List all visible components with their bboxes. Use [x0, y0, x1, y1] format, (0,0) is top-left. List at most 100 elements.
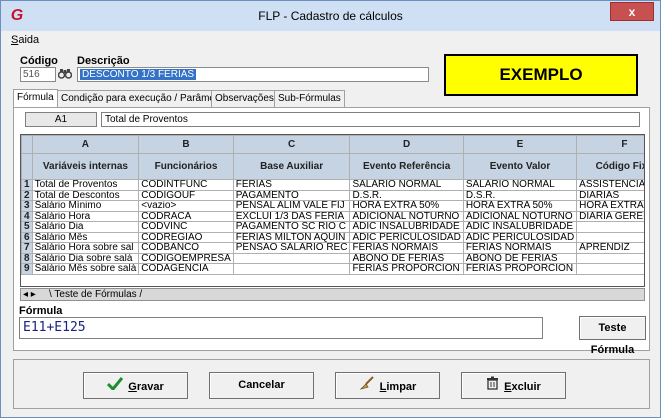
- grid-cell[interactable]: CODIGOUF: [138, 189, 234, 201]
- grid-cell[interactable]: Salário Mês sobre salá: [31, 263, 140, 275]
- grid-cell[interactable]: D.S.R.: [349, 189, 464, 201]
- grid-cell[interactable]: CODVINC: [138, 221, 234, 233]
- descricao-label: Descrição: [77, 55, 130, 67]
- grid-cell[interactable]: Total de Proventos: [31, 179, 140, 191]
- grid-cell[interactable]: PAGAMENTO: [232, 189, 351, 201]
- grid-cell[interactable]: CODREGIAO: [138, 231, 234, 243]
- grid-cell[interactable]: Salário Dia sobre salá: [31, 252, 140, 264]
- title-bar: G FLP - Cadastro de cálculos x: [1, 1, 660, 31]
- cell-reference: A1: [25, 112, 97, 127]
- col-letter[interactable]: A: [31, 135, 140, 154]
- sheet-nav-arrows[interactable]: ◂ ▸: [23, 289, 45, 300]
- codigo-field[interactable]: 516: [20, 67, 56, 82]
- row-number[interactable]: 4: [21, 210, 33, 222]
- formula-input[interactable]: E11+E125: [19, 317, 543, 339]
- grid-cell[interactable]: Salário Mês: [31, 231, 140, 243]
- col-title: Funcionários: [138, 153, 234, 180]
- row-number[interactable]: 1: [21, 179, 33, 191]
- grid-cell[interactable]: [576, 252, 644, 264]
- limpar-button[interactable]: Limpar: [335, 372, 440, 399]
- row-number[interactable]: 7: [21, 242, 33, 254]
- grid-cell[interactable]: HORA EXTRA 50%: [349, 200, 464, 212]
- grid-cell[interactable]: FERIAS MILTON AQUIN: [232, 231, 351, 243]
- grid-cell[interactable]: ADIC PERICULOSIDAD: [349, 231, 464, 243]
- col-letter[interactable]: F: [576, 135, 644, 154]
- col-letter[interactable]: B: [138, 135, 234, 154]
- grid-cell[interactable]: [576, 263, 644, 275]
- grid-cell[interactable]: HORA EXTRA 50%: [462, 200, 578, 212]
- menu-bar: Saida: [1, 31, 660, 49]
- grid-cell[interactable]: SALARIO NORMAL: [462, 179, 578, 191]
- cancelar-button[interactable]: Cancelar: [209, 372, 314, 399]
- grid-cell[interactable]: ABONO DE FERIAS: [349, 252, 464, 264]
- sheet-tab-teste[interactable]: \ Teste de Fórmulas /: [49, 289, 142, 300]
- grid-corner: [21, 135, 33, 154]
- grid-cell[interactable]: FERIAS NORMAIS: [462, 242, 578, 254]
- grid-cell[interactable]: PENSAO SALARIO REC: [232, 242, 351, 254]
- trash-icon: [486, 373, 499, 398]
- grid-cell[interactable]: <vazio>: [138, 200, 234, 212]
- grid-cell[interactable]: CODAGENCIA: [138, 263, 234, 275]
- row-number[interactable]: 9: [21, 263, 33, 275]
- grid-cell[interactable]: EXCLUI 1/3 DAS FERIA: [232, 210, 351, 222]
- cell-value-field[interactable]: Total de Proventos: [101, 112, 640, 127]
- grid-cell[interactable]: [232, 252, 351, 264]
- col-letter[interactable]: D: [349, 135, 464, 154]
- grid-cell[interactable]: PAGAMENTO SC RIO C: [232, 221, 351, 233]
- grid-cell[interactable]: CODIGOEMPRESA: [138, 252, 234, 264]
- teste-formula-button[interactable]: Teste Fórmula: [579, 316, 646, 356]
- col-letter[interactable]: E: [462, 135, 578, 154]
- tab-observacoes[interactable]: Observações: [211, 90, 278, 108]
- binoculars-icon[interactable]: [57, 67, 73, 81]
- spreadsheet-grid[interactable]: A B C D E F Variáveis internas Funcionár…: [20, 134, 645, 287]
- grid-cell[interactable]: Salário Dia: [31, 221, 140, 233]
- col-title: Base Auxiliar: [232, 153, 351, 180]
- grid-cell[interactable]: Salário Hora sobre sal: [31, 242, 140, 254]
- grid-cell[interactable]: ADIC PERICULOSIDAD: [462, 231, 578, 243]
- descricao-value: DESCONTO 1/3 FERIAS: [80, 69, 197, 80]
- grid-cell[interactable]: Salário Hora: [31, 210, 140, 222]
- example-banner: EXEMPLO: [444, 54, 638, 96]
- grid-cell[interactable]: FERIAS PROPORCION: [462, 263, 578, 275]
- grid-cell[interactable]: DIARIA GERENCIA: [576, 210, 644, 222]
- grid-cell[interactable]: [232, 263, 351, 275]
- grid-cell[interactable]: ABONO DE FERIAS: [462, 252, 578, 264]
- grid-cell[interactable]: FERIAS: [232, 179, 351, 191]
- gravar-button[interactable]: Gravar: [83, 372, 188, 399]
- grid-cell[interactable]: CODINTFUNC: [138, 179, 234, 191]
- menu-saida[interactable]: Saida: [11, 34, 39, 46]
- grid-cell[interactable]: D.S.R.: [462, 189, 578, 201]
- grid-cell[interactable]: HORA EXTRA: [576, 200, 644, 212]
- tab-formula[interactable]: Fórmula: [13, 89, 58, 109]
- tab-condicao[interactable]: Condição para execução / Parâmetros: [57, 90, 236, 108]
- row-number[interactable]: 5: [21, 221, 33, 233]
- grid-cell[interactable]: Total de Descontos: [31, 189, 140, 201]
- grid-cell[interactable]: SALARIO NORMAL: [349, 179, 464, 191]
- grid-cell[interactable]: DIARIAS: [576, 189, 644, 201]
- grid-cell[interactable]: ADIC INSALUBRIDADE: [462, 221, 578, 233]
- grid-cell[interactable]: [576, 231, 644, 243]
- grid-cell[interactable]: PENSAL ALIM VALE FIJ: [232, 200, 351, 212]
- formula-label: Fórmula: [19, 305, 63, 317]
- excluir-button[interactable]: Excluir: [461, 372, 566, 399]
- tab-sub-formulas[interactable]: Sub-Fórmulas: [274, 90, 345, 108]
- grid-cell[interactable]: APRENDIZ: [576, 242, 644, 254]
- col-letter[interactable]: C: [232, 135, 351, 154]
- grid-cell[interactable]: FERIAS NORMAIS: [349, 242, 464, 254]
- grid-cell[interactable]: ADICIONAL NOTURNO: [462, 210, 578, 222]
- row-number[interactable]: 3: [21, 200, 33, 212]
- grid-cell[interactable]: CODBANCO: [138, 242, 234, 254]
- grid-cell[interactable]: [576, 221, 644, 233]
- grid-cell[interactable]: ADIC INSALUBRIDADE: [349, 221, 464, 233]
- grid-cell[interactable]: ADICIONAL NOTURNO: [349, 210, 464, 222]
- descricao-field[interactable]: DESCONTO 1/3 FERIAS: [77, 67, 429, 82]
- grid-cell[interactable]: FERIAS PROPORCION: [349, 263, 464, 275]
- row-number[interactable]: 6: [21, 231, 33, 243]
- grid-cell[interactable]: CODRACA: [138, 210, 234, 222]
- row-number[interactable]: 8: [21, 252, 33, 264]
- excluir-label: xcluir: [511, 381, 541, 393]
- grid-cell[interactable]: Salário Mínimo: [31, 200, 140, 212]
- close-button[interactable]: x: [610, 2, 654, 21]
- grid-cell[interactable]: ASSISTENCIA MED: [576, 179, 644, 191]
- row-number[interactable]: 2: [21, 189, 33, 201]
